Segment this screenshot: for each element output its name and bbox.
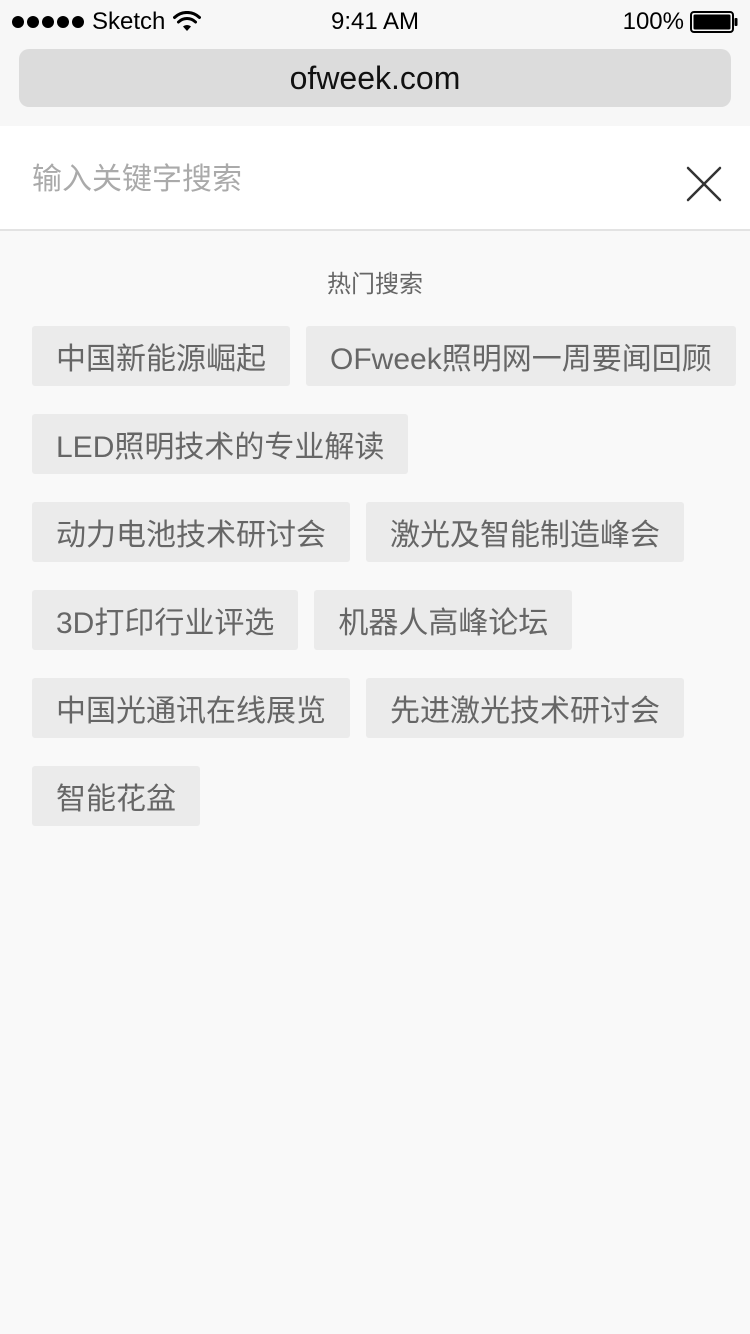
- hot-search-tag[interactable]: 先进激光技术研讨会: [366, 678, 684, 738]
- hot-search-tag[interactable]: 中国新能源崛起: [32, 326, 290, 386]
- search-input[interactable]: [32, 154, 632, 206]
- battery-icon: [690, 11, 738, 33]
- hot-search-tags: 中国新能源崛起 OFweek照明网一周要闻回顾 LED照明技术的专业解读 动力电…: [32, 326, 736, 826]
- url-text: ofweek.com: [289, 59, 461, 96]
- status-bar: Sketch 9:41 AM 100%: [0, 0, 750, 44]
- hot-search-tag[interactable]: 智能花盆: [32, 766, 200, 826]
- browser-chrome: Sketch 9:41 AM 100% ofweek.com: [0, 0, 750, 126]
- hot-search-tag[interactable]: 机器人高峰论坛: [314, 590, 573, 650]
- close-icon: [686, 166, 722, 202]
- status-right: 100%: [623, 8, 738, 36]
- hot-search-tag[interactable]: 动力电池技术研讨会: [32, 502, 350, 562]
- hot-search-title: 热门搜索: [327, 271, 423, 298]
- close-search-button[interactable]: [684, 164, 724, 204]
- hot-search-tag[interactable]: 3D打印行业评选: [32, 590, 299, 650]
- hot-search-tag[interactable]: OFweek照明网一周要闻回顾: [306, 326, 736, 386]
- address-bar[interactable]: ofweek.com: [19, 49, 731, 107]
- search-header: [0, 126, 750, 231]
- hot-search-tag[interactable]: 中国光通讯在线展览: [32, 678, 350, 738]
- hot-search-tag[interactable]: 激光及智能制造峰会: [366, 502, 684, 562]
- hot-search-tag[interactable]: LED照明技术的专业解读: [32, 414, 409, 474]
- battery-percentage: 100%: [622, 8, 684, 35]
